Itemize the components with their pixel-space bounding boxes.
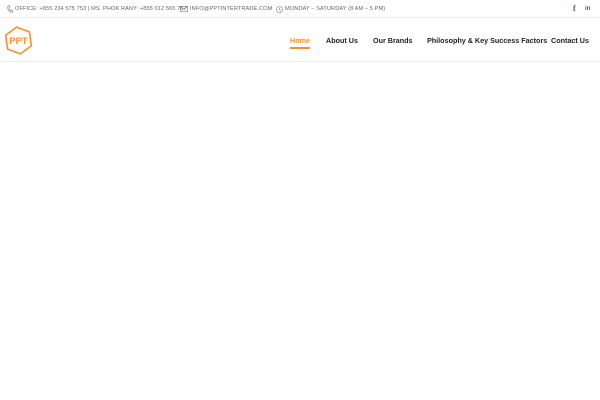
nav-item-label: Our Brands [373,36,413,45]
opening-hours: MONDAY – SATURDAY (8 AM – 5 PM) [276,0,385,18]
nav-item-about-us[interactable]: About Us [326,36,358,45]
email-icon [180,6,188,12]
ppt-logo[interactable]: PPT [3,25,34,56]
office-phone[interactable]: OFFICE: +855 234 575 753 | MS. PHOK RANY… [7,0,187,18]
page-content [0,63,600,400]
site-header: PPT Home About Us Our Brands Philosophy … [0,19,600,62]
nav-item-label: Contact Us [551,36,589,45]
logo-text: PPT [9,36,28,47]
nav-item-label: About Us [326,36,358,45]
top-info-bar: OFFICE: +855 234 575 753 | MS. PHOK RANY… [0,0,600,18]
nav-item-home[interactable]: Home [290,36,310,49]
opening-hours-text: MONDAY – SATURDAY (8 AM – 5 PM) [285,6,386,12]
office-phone-text: OFFICE: +855 234 575 753 | MS. PHOK RANY… [15,6,187,12]
nav-item-label: Philosophy & Key Success Factors [427,36,548,45]
nav-item-contact-us[interactable]: Contact Us [551,36,589,45]
nav-item-label: Home [290,36,310,45]
email-text: INFO@PPTINTERTRADE.COM [190,6,273,12]
nav-item-philosophy[interactable]: Philosophy & Key Success Factors [427,36,547,45]
clock-icon [276,5,283,13]
nav-item-our-brands[interactable]: Our Brands [373,36,413,45]
phone-icon [7,5,13,13]
linkedin-icon[interactable]: in [585,4,591,14]
active-nav-indicator [290,47,310,49]
email-link[interactable]: INFO@PPTINTERTRADE.COM [180,0,272,18]
facebook-icon[interactable]: f [573,4,576,14]
